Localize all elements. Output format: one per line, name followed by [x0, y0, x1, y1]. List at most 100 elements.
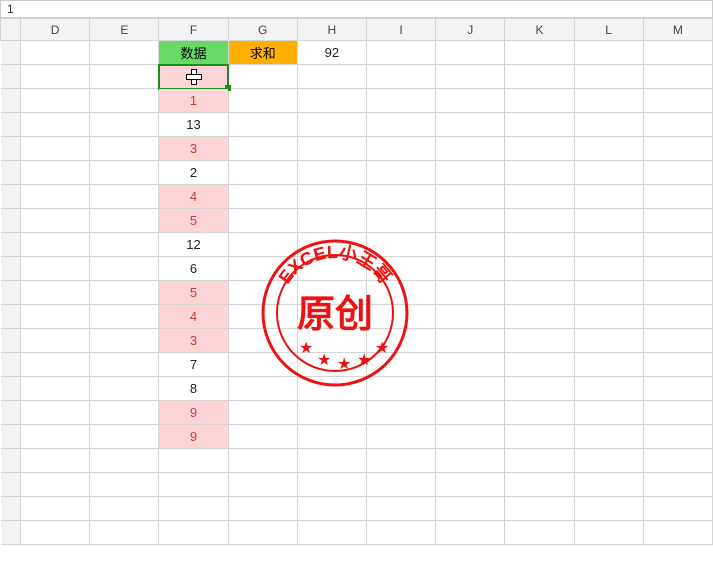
cell-e-20[interactable]	[90, 521, 159, 545]
cell-k-4[interactable]	[505, 137, 574, 161]
cell-i-3[interactable]	[366, 113, 435, 137]
cell-e-9[interactable]	[90, 257, 159, 281]
cell-j-2[interactable]	[436, 89, 505, 113]
cell-h-20[interactable]	[297, 521, 366, 545]
cell-h-14[interactable]	[297, 377, 366, 401]
cell-h-15[interactable]	[297, 401, 366, 425]
cell-m-3[interactable]	[643, 113, 712, 137]
cell-i-12[interactable]	[366, 329, 435, 353]
cell-h-1[interactable]	[297, 65, 366, 89]
cell-f-2[interactable]: 1	[159, 89, 228, 113]
cell-k-16[interactable]	[505, 425, 574, 449]
column-header-d[interactable]: D	[21, 19, 90, 41]
cell-j-11[interactable]	[436, 305, 505, 329]
cell-e-3[interactable]	[90, 113, 159, 137]
cell-g-8[interactable]	[228, 233, 297, 257]
cell-k-9[interactable]	[505, 257, 574, 281]
cell-g-6[interactable]	[228, 185, 297, 209]
cell-l-15[interactable]	[574, 401, 643, 425]
cell-j-3[interactable]	[436, 113, 505, 137]
cell-f-12[interactable]: 3	[159, 329, 228, 353]
cell-f-16[interactable]: 9	[159, 425, 228, 449]
cell-g-14[interactable]	[228, 377, 297, 401]
cell-m-13[interactable]	[643, 353, 712, 377]
cell-k-18[interactable]	[505, 473, 574, 497]
cell-j-0[interactable]	[436, 41, 505, 65]
cell-j-4[interactable]	[436, 137, 505, 161]
cell-i-17[interactable]	[366, 449, 435, 473]
cell-h-10[interactable]	[297, 281, 366, 305]
cell-k-2[interactable]	[505, 89, 574, 113]
cell-d-15[interactable]	[21, 401, 90, 425]
column-header-e[interactable]: E	[90, 19, 159, 41]
cell-m-16[interactable]	[643, 425, 712, 449]
cell-d-2[interactable]	[21, 89, 90, 113]
cell-i-16[interactable]	[366, 425, 435, 449]
cell-j-8[interactable]	[436, 233, 505, 257]
cell-j-16[interactable]	[436, 425, 505, 449]
row-gutter[interactable]	[1, 161, 21, 185]
cell-f-9[interactable]: 6	[159, 257, 228, 281]
cell-l-1[interactable]	[574, 65, 643, 89]
cell-d-11[interactable]	[21, 305, 90, 329]
cell-d-12[interactable]	[21, 329, 90, 353]
row-gutter[interactable]	[1, 41, 21, 65]
cell-g-16[interactable]	[228, 425, 297, 449]
cell-f-5[interactable]: 2	[159, 161, 228, 185]
cell-d-10[interactable]	[21, 281, 90, 305]
cell-e-2[interactable]	[90, 89, 159, 113]
cell-g-0[interactable]: 求和	[228, 41, 297, 65]
cell-f-15[interactable]: 9	[159, 401, 228, 425]
row-gutter[interactable]	[1, 281, 21, 305]
cell-d-18[interactable]	[21, 473, 90, 497]
cell-h-7[interactable]	[297, 209, 366, 233]
column-header-l[interactable]: L	[574, 19, 643, 41]
cell-g-20[interactable]	[228, 521, 297, 545]
cell-g-17[interactable]	[228, 449, 297, 473]
cell-e-18[interactable]	[90, 473, 159, 497]
cell-h-13[interactable]	[297, 353, 366, 377]
cell-l-17[interactable]	[574, 449, 643, 473]
corner-cell[interactable]	[1, 19, 21, 41]
cell-m-4[interactable]	[643, 137, 712, 161]
cell-f-13[interactable]: 7	[159, 353, 228, 377]
cell-f-7[interactable]: 5	[159, 209, 228, 233]
cell-i-14[interactable]	[366, 377, 435, 401]
cell-e-14[interactable]	[90, 377, 159, 401]
cell-j-5[interactable]	[436, 161, 505, 185]
cell-i-7[interactable]	[366, 209, 435, 233]
cell-k-10[interactable]	[505, 281, 574, 305]
cell-h-5[interactable]	[297, 161, 366, 185]
cell-l-5[interactable]	[574, 161, 643, 185]
cell-g-11[interactable]	[228, 305, 297, 329]
cell-g-12[interactable]	[228, 329, 297, 353]
row-gutter[interactable]	[1, 449, 21, 473]
column-header-f[interactable]: F	[159, 19, 228, 41]
cell-g-13[interactable]	[228, 353, 297, 377]
cell-f-8[interactable]: 12	[159, 233, 228, 257]
row-gutter[interactable]	[1, 401, 21, 425]
cell-e-12[interactable]	[90, 329, 159, 353]
column-header-k[interactable]: K	[505, 19, 574, 41]
cell-h-19[interactable]	[297, 497, 366, 521]
cell-h-4[interactable]	[297, 137, 366, 161]
cell-e-4[interactable]	[90, 137, 159, 161]
cell-j-14[interactable]	[436, 377, 505, 401]
cell-j-17[interactable]	[436, 449, 505, 473]
cell-i-15[interactable]	[366, 401, 435, 425]
cell-d-19[interactable]	[21, 497, 90, 521]
cell-k-6[interactable]	[505, 185, 574, 209]
cell-d-9[interactable]	[21, 257, 90, 281]
row-gutter[interactable]	[1, 137, 21, 161]
cell-h-0[interactable]: 92	[297, 41, 366, 65]
cell-k-1[interactable]	[505, 65, 574, 89]
cell-l-11[interactable]	[574, 305, 643, 329]
row-gutter[interactable]	[1, 113, 21, 137]
row-gutter[interactable]	[1, 377, 21, 401]
cell-g-15[interactable]	[228, 401, 297, 425]
row-gutter[interactable]	[1, 353, 21, 377]
cell-h-9[interactable]	[297, 257, 366, 281]
cell-m-0[interactable]	[643, 41, 712, 65]
cell-l-8[interactable]	[574, 233, 643, 257]
cell-j-1[interactable]	[436, 65, 505, 89]
